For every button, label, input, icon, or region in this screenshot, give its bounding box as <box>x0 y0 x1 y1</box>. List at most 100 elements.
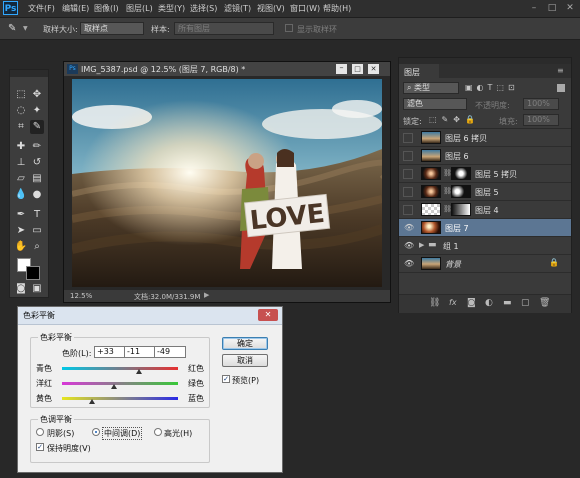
rectangle-tool-icon[interactable]: ▭ <box>30 224 44 238</box>
visibility-toggle[interactable] <box>403 151 413 161</box>
move-tool-icon[interactable]: ✥ <box>30 88 44 102</box>
healing-brush-icon[interactable]: ✚ <box>14 140 28 154</box>
opacity-input[interactable]: 100% <box>523 98 559 110</box>
layer-row-7[interactable]: 👁 图层 7 <box>399 219 571 237</box>
layer-row-5[interactable]: ⛓ 图层 5 <box>399 183 571 201</box>
status-arrow-icon[interactable]: ▶ <box>204 291 209 299</box>
blend-mode-select[interactable]: 滤色 <box>403 98 467 110</box>
fx-icon[interactable]: fx <box>449 298 457 307</box>
layer-row-6-copy[interactable]: 图层 6 拷贝 <box>399 129 571 147</box>
type-tool-icon[interactable]: T <box>30 208 44 222</box>
layer-row-4[interactable]: ⛓ 图层 4 <box>399 201 571 219</box>
layer-row-5-copy[interactable]: ⛓ 图层 5 拷贝 <box>399 165 571 183</box>
visibility-toggle[interactable] <box>403 187 413 197</box>
doc-maximize-icon[interactable]: □ <box>352 64 363 74</box>
history-brush-icon[interactable]: ↺ <box>30 156 44 170</box>
close-icon[interactable]: ✕ <box>564 2 576 14</box>
visibility-toggle[interactable] <box>403 205 413 215</box>
shadows-radio[interactable] <box>36 428 44 436</box>
menu-filter[interactable]: 滤镜(T) <box>224 3 251 14</box>
path-selection-icon[interactable]: ➤ <box>14 224 28 238</box>
menu-type[interactable]: 类型(Y) <box>158 3 185 14</box>
eye-icon[interactable]: 👁 <box>404 259 414 268</box>
clone-stamp-icon[interactable]: ⊥ <box>14 156 28 170</box>
layer-filter-select[interactable]: ⌕ 类型 <box>403 82 459 94</box>
new-layer-icon[interactable]: ▢ <box>521 298 530 308</box>
magenta-green-slider[interactable] <box>62 382 178 385</box>
dialog-titlebar[interactable]: 色彩平衡 ✕ <box>18 307 282 325</box>
cyan-red-slider-thumb[interactable] <box>136 369 143 374</box>
layers-tab[interactable]: 图层 <box>399 64 439 78</box>
layer-row-group-1[interactable]: 👁 ▶ ▬ 组 1 <box>399 237 571 255</box>
marquee-tool-icon[interactable]: ⬚ <box>14 88 28 102</box>
dialog-close-icon[interactable]: ✕ <box>258 309 278 321</box>
magic-wand-icon[interactable]: ✦ <box>30 104 44 118</box>
eye-icon[interactable]: 👁 <box>404 241 414 250</box>
layer-row-6[interactable]: 图层 6 <box>399 147 571 165</box>
menu-select[interactable]: 选择(S) <box>190 3 217 14</box>
cancel-button[interactable]: 取消 <box>222 354 268 367</box>
pen-tool-icon[interactable]: ✒ <box>14 208 28 222</box>
zoom-level[interactable]: 12.5% <box>70 292 92 300</box>
menu-file[interactable]: 文件(F) <box>28 3 55 14</box>
visibility-toggle[interactable] <box>403 169 413 179</box>
eye-icon[interactable]: 👁 <box>404 223 414 232</box>
maximize-icon[interactable]: □ <box>546 2 558 14</box>
level-input-magenta-green[interactable]: -11 <box>124 346 156 358</box>
visibility-toggle[interactable] <box>403 133 413 143</box>
hand-tool-icon[interactable]: ✋ <box>14 240 28 254</box>
chevron-down-icon[interactable]: ▼ <box>23 25 28 32</box>
eyedropper-tool-icon[interactable]: ✎ <box>30 120 44 134</box>
minimize-icon[interactable]: – <box>528 2 540 14</box>
trash-icon[interactable]: 🗑 <box>539 298 550 308</box>
yellow-blue-slider-thumb[interactable] <box>88 399 95 404</box>
menu-window[interactable]: 窗口(W) <box>290 3 320 14</box>
expand-arrow-icon[interactable]: ▶ <box>419 241 424 249</box>
midtones-radio[interactable] <box>92 428 100 436</box>
doc-minimize-icon[interactable]: – <box>336 64 347 74</box>
menu-image[interactable]: 图像(I) <box>94 3 119 14</box>
add-mask-icon[interactable]: ◙ <box>467 298 476 308</box>
yellow-blue-slider[interactable] <box>62 397 178 400</box>
menu-edit[interactable]: 编辑(E) <box>62 3 89 14</box>
level-input-cyan-red[interactable]: +33 <box>94 346 126 358</box>
eyedropper-icon[interactable]: ✎ <box>8 22 22 35</box>
show-ring-checkbox[interactable] <box>285 24 293 32</box>
menu-view[interactable]: 视图(V) <box>257 3 285 14</box>
preserve-luminosity-checkbox[interactable]: ✓ <box>36 443 44 451</box>
zoom-tool-icon[interactable]: ⌕ <box>30 240 44 254</box>
level-input-yellow-blue[interactable]: -49 <box>154 346 186 358</box>
preview-checkbox[interactable]: ✓ <box>222 375 230 383</box>
sample-size-select[interactable]: 取样点 <box>80 22 144 35</box>
quick-mask-icon[interactable]: ◙ <box>14 282 28 296</box>
menu-layer[interactable]: 图层(L) <box>126 3 153 14</box>
background-color-swatch[interactable] <box>26 266 40 280</box>
eraser-tool-icon[interactable]: ▱ <box>14 172 28 186</box>
fill-input[interactable]: 100% <box>523 114 559 126</box>
screen-mode-icon[interactable]: ▣ <box>30 282 44 296</box>
brush-tool-icon[interactable]: ✏ <box>30 140 44 154</box>
dodge-tool-icon[interactable]: ● <box>30 188 44 202</box>
layer-row-background[interactable]: 👁 背景 🔒 <box>399 255 571 273</box>
lasso-tool-icon[interactable]: ◌ <box>14 104 28 118</box>
adjustment-layer-icon[interactable]: ◐ <box>485 298 493 308</box>
new-group-icon[interactable]: ▬ <box>503 298 512 308</box>
ok-button[interactable]: 确定 <box>222 337 268 350</box>
filter-toggle[interactable] <box>557 84 565 92</box>
layer-filter-icons[interactable]: ▣◐T⬚⊡ <box>465 83 519 92</box>
magenta-green-slider-thumb[interactable] <box>110 384 117 389</box>
link-layers-icon[interactable]: ⛓ <box>429 298 440 308</box>
doc-close-icon[interactable]: ✕ <box>368 64 379 74</box>
highlights-radio[interactable] <box>154 428 162 436</box>
cyan-red-slider[interactable] <box>62 367 178 370</box>
blur-tool-icon[interactable]: 💧 <box>14 188 28 202</box>
panel-menu-icon[interactable]: ≡ <box>557 66 564 75</box>
document-titlebar[interactable]: Ps IMG_5387.psd @ 12.5% (图层 7, RGB/8) * … <box>64 62 390 76</box>
lock-icons[interactable]: ⬚✎✥🔒 <box>429 115 480 124</box>
menu-help[interactable]: 帮助(H) <box>323 3 351 14</box>
sample-select[interactable]: 所有图层 <box>174 22 274 35</box>
gradient-tool-icon[interactable]: ▤ <box>30 172 44 186</box>
crop-tool-icon[interactable]: ⌗ <box>14 120 28 134</box>
document-canvas[interactable]: LOVE <box>70 79 394 287</box>
tools-panel-header[interactable] <box>10 70 48 77</box>
